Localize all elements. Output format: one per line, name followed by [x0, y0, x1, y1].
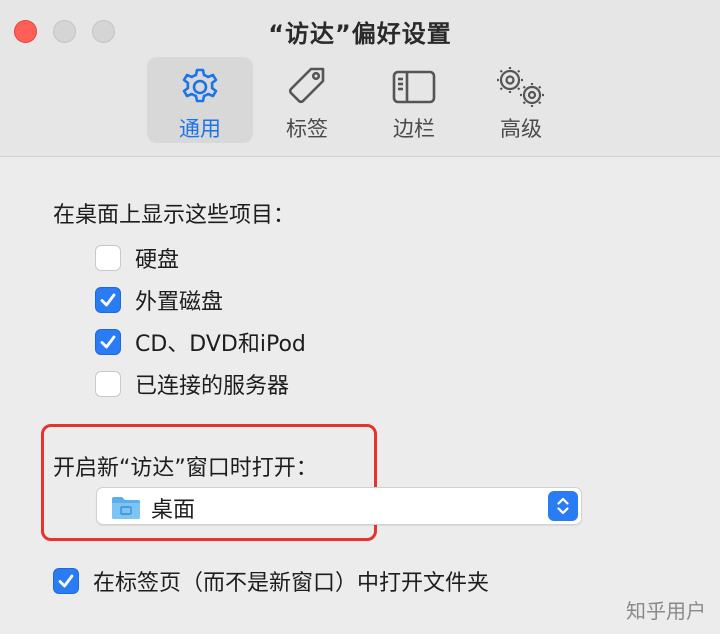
- popup-selected-value: 桌面: [151, 498, 196, 523]
- window-title: “访达”偏好设置: [268, 20, 452, 48]
- popup-stepper[interactable]: [548, 491, 578, 521]
- checkbox-row-cd-dvd-ipod[interactable]: CD、DVD和iPod: [95, 327, 306, 357]
- external-disks-label: 外置磁盘: [135, 290, 224, 315]
- connected-servers-checkbox[interactable]: [95, 371, 121, 397]
- toolbar: “访达”偏好设置 通用 标签 边栏 高级: [0, 0, 720, 157]
- tab-tags[interactable]: 标签: [254, 57, 360, 143]
- gear-icon: [182, 68, 218, 103]
- external-disks-checkbox[interactable]: [95, 287, 121, 313]
- tab-sidebar-label: 边栏: [393, 117, 435, 141]
- tab-sidebar[interactable]: 边栏: [361, 57, 467, 143]
- checkbox-row-open-in-tabs[interactable]: 在标签页（而不是新窗口）中打开文件夹: [53, 566, 489, 596]
- gears-icon: [497, 67, 544, 107]
- hard-disks-checkbox[interactable]: [95, 245, 121, 271]
- cd-dvd-ipod-label: CD、DVD和iPod: [135, 332, 306, 357]
- open-in-tabs-label: 在标签页（而不是新窗口）中打开文件夹: [93, 571, 490, 596]
- checkmark-icon: [100, 335, 116, 349]
- checkbox-row-connected-servers[interactable]: 已连接的服务器: [95, 369, 289, 399]
- hard-disks-label: 硬盘: [135, 248, 180, 273]
- tab-general-label: 通用: [179, 117, 221, 141]
- tab-general[interactable]: 通用: [147, 57, 253, 143]
- desktop-items-heading: 在桌面上显示这些项目：: [53, 203, 296, 228]
- tab-advanced-label: 高级: [500, 117, 542, 141]
- connected-servers-label: 已连接的服务器: [135, 374, 290, 399]
- tab-tags-label: 标签: [286, 117, 328, 141]
- checkbox-row-hard-disks[interactable]: 硬盘: [95, 243, 179, 273]
- checkmark-icon: [100, 293, 116, 307]
- new-window-location-popup[interactable]: 桌面: [96, 487, 582, 525]
- watermark: 知乎用户: [626, 599, 706, 623]
- open-in-tabs-checkbox[interactable]: [53, 568, 79, 594]
- folder-icon: [112, 497, 140, 519]
- checkbox-row-external-disks[interactable]: 外置磁盘: [95, 285, 223, 315]
- checkmark-icon: [58, 574, 74, 588]
- finder-preferences-window: “访达”偏好设置 通用 标签 边栏 高级 在桌面上显示这些项目： 硬盘 外置磁盘…: [0, 0, 720, 634]
- cd-dvd-ipod-checkbox[interactable]: [95, 329, 121, 355]
- chevron-up-down-icon: [557, 497, 569, 515]
- new-window-heading: 开启新“访达”窗口时打开：: [53, 456, 318, 481]
- tab-advanced[interactable]: 高级: [468, 57, 574, 143]
- tag-icon: [288, 67, 325, 104]
- sidebar-icon: [392, 70, 436, 104]
